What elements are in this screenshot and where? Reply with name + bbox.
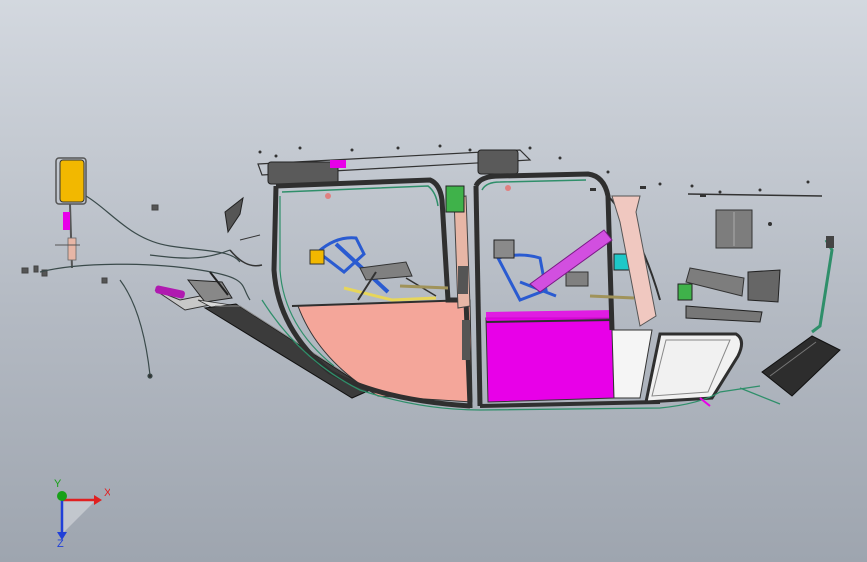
- aft-door-window[interactable]: [644, 283, 743, 404]
- aft-magenta-panel[interactable]: [485, 317, 615, 403]
- y-axis-label: Y: [54, 478, 62, 490]
- tan-fitting[interactable]: [67, 237, 77, 261]
- cad-graphics-viewport[interactable]: X Y Z: [0, 0, 867, 562]
- forward-pink-panel[interactable]: [297, 299, 473, 403]
- forward-seat-assembly[interactable]: [309, 236, 449, 302]
- tail-section-parts[interactable]: [685, 193, 823, 323]
- assembly-model[interactable]: [0, 0, 867, 562]
- x-arrow-icon: [94, 495, 102, 505]
- orientation-triad[interactable]: X Y Z: [40, 478, 110, 548]
- diagonal-brace[interactable]: [529, 195, 657, 327]
- z-axis-label: Z: [57, 538, 64, 548]
- magenta-clip[interactable]: [63, 212, 70, 230]
- y-axis-icon: [57, 491, 67, 501]
- yellow-bracket[interactable]: [59, 159, 85, 203]
- x-axis-label: X: [104, 487, 110, 499]
- triad-plane: [62, 500, 96, 534]
- aft-white-panel[interactable]: [611, 329, 653, 399]
- tail-electronics-box[interactable]: [761, 236, 841, 397]
